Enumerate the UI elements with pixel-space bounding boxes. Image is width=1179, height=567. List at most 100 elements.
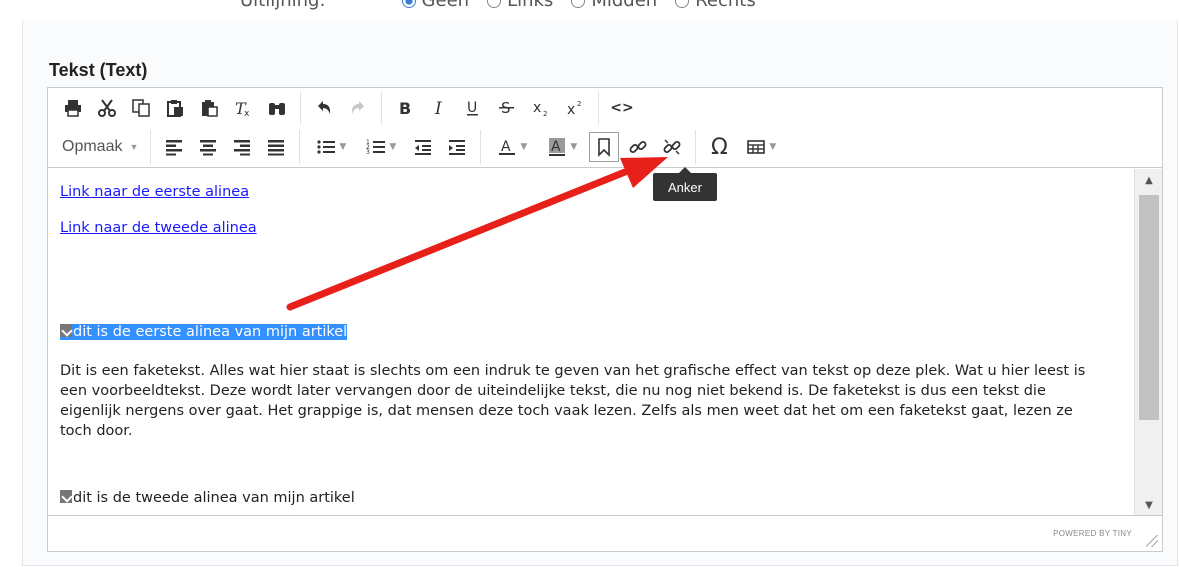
numbered-list-icon: 123 — [366, 139, 386, 156]
anchor-tooltip: Anker — [653, 167, 717, 201]
alignment-options: Uitlijning: Geen Links Midden Rechts — [240, 0, 756, 11]
svg-text:A: A — [551, 139, 561, 155]
subscript-icon: x2 — [533, 100, 547, 118]
alignment-option-none[interactable]: Geen — [401, 0, 469, 11]
resize-handle-icon[interactable] — [1146, 535, 1158, 547]
text-color-icon: A — [499, 139, 516, 155]
print-button[interactable] — [58, 93, 88, 123]
clear-format-icon: Tx — [235, 99, 250, 118]
cut-button[interactable] — [92, 93, 122, 123]
superscript-button[interactable]: x2 — [560, 93, 590, 123]
link-first-paragraph[interactable]: Link naar de eerste alinea — [60, 184, 249, 200]
text-color-button[interactable]: A ▼ — [489, 132, 535, 162]
underline-button[interactable]: U — [458, 93, 488, 123]
svg-text:x: x — [567, 102, 575, 118]
chevron-down-icon: ▼ — [520, 142, 528, 152]
alignment-option-left[interactable]: Links — [487, 0, 553, 11]
align-right-button[interactable] — [227, 132, 257, 162]
indent-icon — [449, 140, 466, 155]
align-justify-icon — [268, 140, 285, 156]
editor-toolbar: Tx B I U S x 2 x 2 <> Opmaak ▼ ▼ 1 2 3 ▼… — [48, 88, 1162, 168]
undo-button[interactable] — [309, 93, 339, 123]
svg-text:2: 2 — [577, 100, 581, 108]
anchor-2-text: dit is de tweede alinea van mijn artikel — [73, 490, 355, 506]
omega-icon: Ω — [710, 134, 728, 160]
bullet-list-icon — [317, 140, 336, 154]
redo-button[interactable] — [343, 93, 373, 123]
clear-formatting-button[interactable]: Tx — [228, 93, 258, 123]
svg-text:2: 2 — [543, 110, 547, 118]
table-button[interactable]: ▼ — [738, 132, 784, 162]
subscript-button[interactable]: x2 — [526, 93, 556, 123]
anchor-paragraph-2: dit is de tweede alinea van mijn artikel — [60, 490, 355, 506]
bullet-list-button[interactable]: ▼ — [308, 132, 354, 162]
chevron-down-icon: ▼ — [339, 142, 347, 152]
copy-button[interactable] — [126, 93, 156, 123]
background-color-icon: A — [549, 138, 566, 156]
chevron-down-icon: ▼ — [129, 142, 139, 152]
insert-link-button[interactable] — [623, 132, 653, 162]
svg-text:U: U — [467, 100, 477, 116]
radio-icon — [487, 0, 502, 8]
align-right-icon — [234, 140, 251, 156]
bold-button[interactable]: B — [390, 93, 420, 123]
italic-button[interactable]: I — [424, 93, 454, 123]
find-replace-button[interactable] — [262, 93, 292, 123]
editor-content-area[interactable]: Link naar de eerste alinea Link naar de … — [48, 169, 1134, 516]
editor-scrollbar[interactable]: ▲ ▼ — [1134, 169, 1162, 516]
radio-icon — [571, 0, 586, 8]
numbered-list-button[interactable]: 123 ▼ — [358, 132, 404, 162]
paste-text-button[interactable] — [194, 93, 224, 123]
toolbar-row-2: Opmaak ▼ ▼ 123 ▼ A ▼ A ▼ Ω ▼ — [56, 128, 786, 166]
alignment-option-center[interactable]: Midden — [571, 0, 657, 11]
scroll-thumb[interactable] — [1139, 195, 1159, 420]
body-paragraph: Dit is een faketekst. Alles wat hier sta… — [60, 363, 1086, 439]
align-left-button[interactable] — [159, 132, 189, 162]
link-icon — [629, 141, 647, 153]
chevron-down-icon: ▼ — [570, 142, 578, 152]
rich-text-editor: Tx B I U S x 2 x 2 <> Opmaak ▼ ▼ 1 2 3 ▼… — [47, 87, 1163, 552]
format-dropdown-label: Opmaak — [62, 138, 123, 155]
table-icon — [747, 140, 766, 154]
unlink-button[interactable] — [657, 132, 687, 162]
source-code-button[interactable]: <> — [607, 93, 637, 123]
toolbar-row-1: Tx B I U S x 2 x 2 <> — [56, 89, 639, 127]
paste-button[interactable] — [160, 93, 190, 123]
bold-icon: B — [399, 99, 411, 118]
align-center-icon — [200, 140, 217, 156]
binoculars-icon — [269, 103, 285, 115]
anchor-icon[interactable] — [60, 324, 72, 337]
alignment-option-right[interactable]: Rechts — [675, 0, 756, 11]
chevron-down-icon: ▼ — [769, 142, 777, 152]
anchor-paragraph-1: dit is de eerste alinea van mijn artikel — [60, 324, 348, 340]
align-center-button[interactable] — [193, 132, 223, 162]
strikethrough-button[interactable]: S — [492, 93, 522, 123]
scroll-down-icon[interactable]: ▼ — [1135, 494, 1163, 516]
italic-icon: I — [434, 99, 442, 118]
radio-icon — [401, 0, 416, 8]
svg-text:x: x — [244, 109, 250, 118]
powered-by-label[interactable]: POWERED BY TINY — [1053, 529, 1132, 538]
link-second-paragraph[interactable]: Link naar de tweede alinea — [60, 220, 257, 236]
anchor-button[interactable] — [589, 132, 620, 162]
outdent-button[interactable] — [408, 132, 438, 162]
special-character-button[interactable]: Ω — [704, 132, 734, 162]
print-icon — [65, 100, 81, 117]
align-justify-button[interactable] — [261, 132, 291, 162]
source-code-icon: <> — [610, 100, 634, 116]
scissors-icon — [98, 99, 116, 117]
indent-button[interactable] — [442, 132, 472, 162]
editor-statusbar: POWERED BY TINY — [48, 515, 1162, 551]
underline-icon: U — [467, 100, 478, 116]
anchor-icon[interactable] — [60, 490, 72, 503]
outdent-icon — [415, 140, 432, 155]
strikethrough-icon: S — [499, 99, 514, 117]
anchor-1-text: dit is de eerste alinea van mijn artikel — [73, 324, 348, 340]
redo-icon — [351, 101, 364, 114]
scroll-up-icon[interactable]: ▲ — [1135, 169, 1163, 191]
svg-text:A: A — [501, 139, 511, 155]
format-dropdown[interactable]: Opmaak ▼ — [56, 132, 144, 162]
bookmark-icon — [598, 138, 611, 157]
background-color-button[interactable]: A ▼ — [539, 132, 585, 162]
paste-icon — [167, 100, 183, 117]
